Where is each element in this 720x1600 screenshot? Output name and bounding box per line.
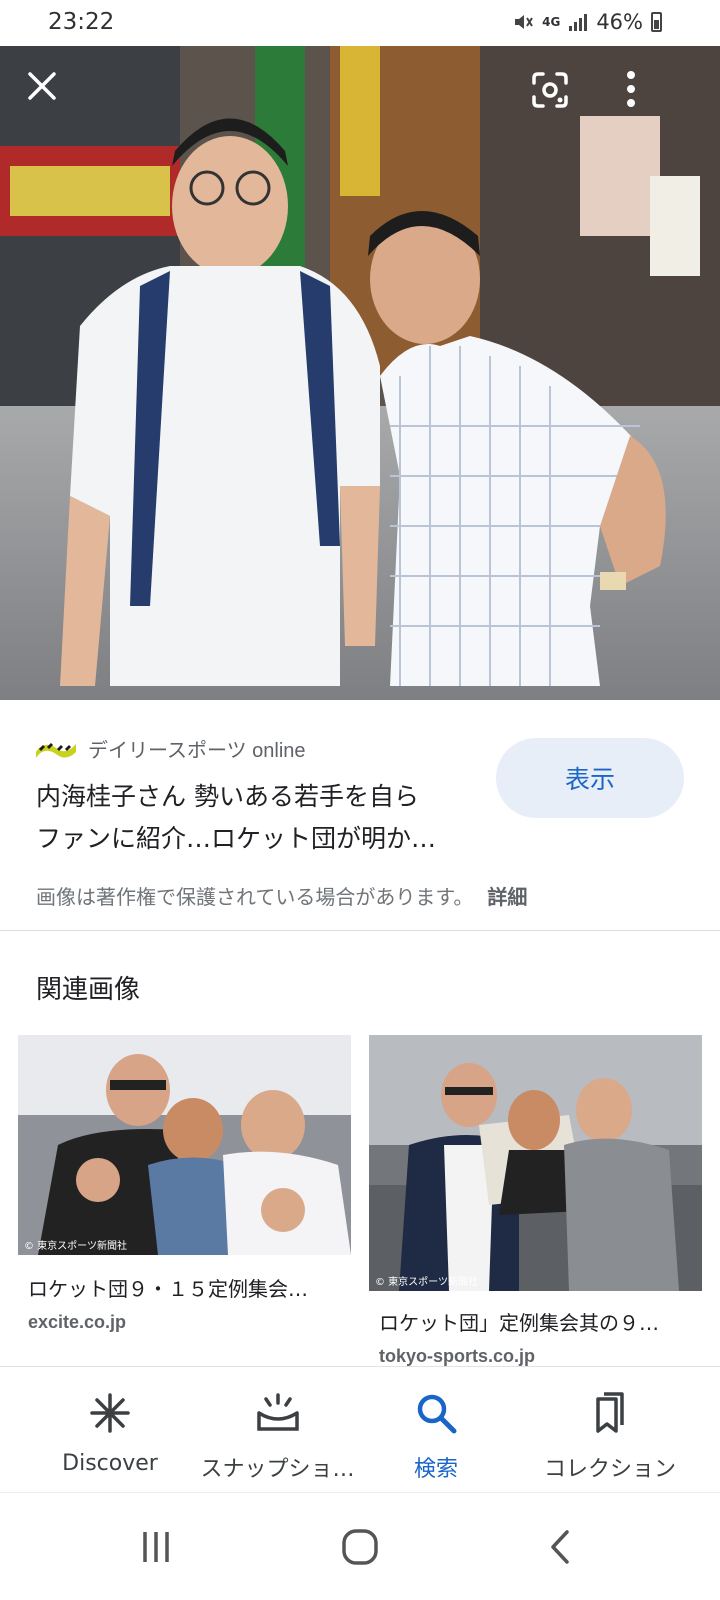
more-vert-icon — [627, 71, 635, 107]
bookmarks-icon — [586, 1389, 634, 1437]
nav-label: スナップショ… — [200, 1457, 355, 1482]
search-icon — [412, 1389, 460, 1437]
copyright-notice: 画像は著作権で保護されている場合があります。 詳細 — [36, 881, 527, 910]
mute-icon — [515, 15, 533, 29]
result-title-line-1: 内海桂子さん 勢いある若手を自ら — [36, 782, 419, 811]
asterisk-icon — [86, 1389, 134, 1437]
related-image-card[interactable]: © 東京スポーツ新聞社 ロケット団９・１５定例集会… excite.co.jp — [18, 1035, 351, 1335]
divider — [0, 930, 720, 931]
close-icon — [28, 72, 56, 100]
system-nav-bar — [0, 1492, 720, 1600]
status-time: 23:22 — [48, 9, 115, 35]
related-image-card[interactable]: © 東京スポーツ新聞社 ロケット団」定例集会其の９… tokyo-sports.… — [369, 1035, 702, 1366]
related-images-heading: 関連画像 — [36, 975, 141, 1005]
home-icon — [342, 1529, 378, 1565]
back-icon — [551, 1530, 569, 1564]
related-image-thumbnail[interactable]: © 東京スポーツ新聞社 — [18, 1035, 351, 1255]
source-logo-icon — [36, 742, 76, 758]
close-button[interactable] — [26, 70, 82, 126]
nav-snapshot[interactable]: スナップショ… — [190, 1367, 365, 1493]
status-icons: 4G 46% — [512, 10, 662, 34]
result-title-line-2: ファンに紹介…ロケット団が明か… — [36, 824, 437, 853]
main-image[interactable] — [0, 46, 720, 700]
lens-icon — [532, 72, 568, 108]
related-image-site: excite.co.jp — [28, 1312, 127, 1332]
nav-search[interactable]: 検索 — [386, 1367, 486, 1493]
view-button[interactable]: 表示 — [496, 738, 684, 818]
nav-label: Discover — [62, 1451, 158, 1476]
recent-apps-button[interactable] — [126, 1523, 186, 1571]
related-image-title[interactable]: ロケット団９・１５定例集会… — [28, 1273, 308, 1302]
nav-discover[interactable]: Discover — [50, 1367, 170, 1493]
recent-apps-icon — [143, 1532, 169, 1562]
source-name: デイリースポーツ online — [88, 740, 306, 762]
nav-label: 検索 — [413, 1457, 458, 1482]
home-button[interactable] — [330, 1523, 390, 1571]
thumbnail-illustration: © 東京スポーツ新聞社 — [18, 1035, 351, 1255]
details-link[interactable]: 詳細 — [487, 885, 527, 909]
snapshot-icon — [254, 1389, 302, 1437]
source-row[interactable]: デイリースポーツ online — [34, 734, 306, 763]
thumbnail-watermark: © 東京スポーツ新聞社 — [375, 1275, 478, 1288]
battery-percent: 46% — [596, 10, 643, 34]
network-type: 4G — [542, 15, 561, 29]
thumbnail-illustration: © 東京スポーツ新聞社 — [369, 1035, 702, 1291]
copyright-text: 画像は著作権で保護されている場合があります。 — [36, 885, 474, 909]
related-image-thumbnail[interactable]: © 東京スポーツ新聞社 — [369, 1035, 702, 1291]
related-image-title[interactable]: ロケット団」定例集会其の９… — [379, 1307, 659, 1336]
nav-collections[interactable]: コレクション — [530, 1367, 690, 1493]
nav-label: コレクション — [543, 1457, 676, 1482]
more-options-button[interactable] — [625, 70, 681, 126]
photo-illustration — [0, 46, 720, 700]
signal-icon — [569, 14, 588, 31]
status-bar: 23:22 4G 46% — [0, 0, 720, 46]
thumbnail-watermark: © 東京スポーツ新聞社 — [24, 1239, 127, 1252]
result-title[interactable]: 内海桂子さん 勢いある若手を自ら ファンに紹介…ロケット団が明か… — [36, 776, 476, 860]
related-image-site: tokyo-sports.co.jp — [379, 1346, 536, 1366]
lens-search-button[interactable] — [530, 70, 586, 126]
battery-icon — [651, 12, 662, 32]
bottom-nav: Discover スナップショ… 検索 コレクション — [0, 1366, 720, 1492]
back-button[interactable] — [530, 1523, 590, 1571]
